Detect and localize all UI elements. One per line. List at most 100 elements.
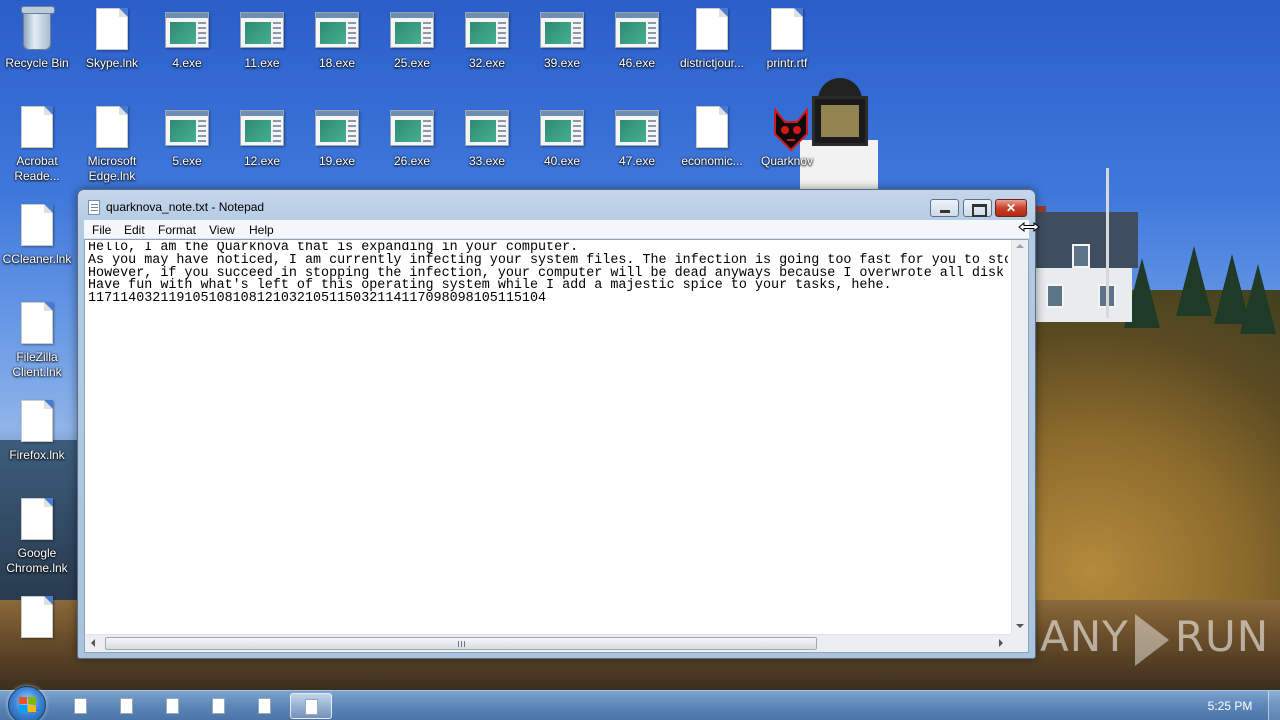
taskbar-item-4[interactable] bbox=[198, 693, 240, 719]
desktop-icon[interactable]: Recycle Bin bbox=[0, 6, 74, 71]
desktop-icon-label: 19.exe bbox=[318, 154, 356, 168]
desktop-icon-label: 5.exe bbox=[172, 154, 202, 168]
desktop-icon-label: 33.exe bbox=[468, 154, 506, 168]
executable-icon bbox=[538, 6, 586, 54]
desktop-icon-label: Skype.lnk bbox=[85, 56, 139, 70]
taskbar-item-5[interactable] bbox=[244, 693, 286, 719]
executable-icon bbox=[388, 104, 436, 152]
taskbar-clock[interactable]: 5:25 PM bbox=[1196, 699, 1264, 713]
menu-file[interactable]: File bbox=[92, 223, 111, 237]
desktop-icon-label: Recycle Bin bbox=[5, 56, 69, 70]
desktop-icon[interactable]: 11.exe bbox=[225, 6, 299, 71]
desktop-icon-label: 18.exe bbox=[318, 56, 356, 70]
document-icon bbox=[763, 6, 811, 54]
executable-icon bbox=[613, 104, 661, 152]
desktop-icon-label: districtjour... bbox=[679, 56, 745, 70]
desktop-icon-label: FileZilla Client.lnk bbox=[12, 350, 62, 379]
document-icon bbox=[13, 202, 61, 250]
scrollbar-thumb[interactable] bbox=[105, 637, 817, 650]
desktop-icon-label: Microsoft Edge.lnk bbox=[87, 154, 137, 183]
document-icon bbox=[88, 104, 136, 152]
scroll-down-icon[interactable] bbox=[1016, 624, 1024, 628]
menu-view[interactable]: View bbox=[209, 223, 235, 237]
desktop-icon[interactable]: 12.exe bbox=[225, 104, 299, 169]
document-icon bbox=[13, 398, 61, 446]
recycle-bin-icon bbox=[13, 6, 61, 54]
show-desktop-button[interactable] bbox=[1268, 691, 1280, 720]
desktop-icon[interactable]: CCleaner.lnk bbox=[0, 202, 74, 267]
desktop-icon[interactable]: economic... bbox=[675, 104, 749, 169]
wallpaper-flagpole bbox=[1106, 168, 1109, 318]
fox-skull-icon bbox=[763, 104, 811, 152]
scroll-right-icon[interactable] bbox=[999, 639, 1003, 647]
document-icon bbox=[13, 300, 61, 348]
desktop-icon[interactable]: Quarknov bbox=[750, 104, 824, 169]
text-editor[interactable]: Hello, I am the Quarknova that is expand… bbox=[84, 239, 1029, 653]
close-icon: ✕ bbox=[1005, 201, 1017, 215]
desktop-icon[interactable]: 18.exe bbox=[300, 6, 374, 71]
scrollbar-corner bbox=[1011, 634, 1028, 652]
start-button[interactable] bbox=[8, 686, 46, 720]
window-title: quarknova_note.txt - Notepad bbox=[106, 200, 265, 214]
anyrun-watermark: ANY RUN bbox=[1040, 612, 1269, 666]
menu-edit[interactable]: Edit bbox=[124, 223, 145, 237]
document-icon bbox=[305, 699, 318, 715]
maximize-button[interactable] bbox=[963, 199, 992, 217]
desktop-icon[interactable]: 33.exe bbox=[450, 104, 524, 169]
desktop-icon-label: 32.exe bbox=[468, 56, 506, 70]
executable-icon bbox=[463, 6, 511, 54]
desktop-icon[interactable]: Skype.lnk bbox=[75, 6, 149, 71]
desktop-icon[interactable]: 40.exe bbox=[525, 104, 599, 169]
desktop-icon[interactable]: Firefox.lnk bbox=[0, 398, 74, 463]
desktop-icon[interactable]: 26.exe bbox=[375, 104, 449, 169]
desktop-icon[interactable] bbox=[0, 594, 74, 644]
desktop-icon[interactable]: 46.exe bbox=[600, 6, 674, 71]
desktop-icon[interactable]: printr.rtf bbox=[750, 6, 824, 71]
desktop-icon[interactable]: Google Chrome.lnk bbox=[0, 496, 74, 576]
desktop-icon[interactable]: 32.exe bbox=[450, 6, 524, 71]
desktop-icon[interactable]: FileZilla Client.lnk bbox=[0, 300, 74, 380]
note-text[interactable]: Hello, I am the Quarknova that is expand… bbox=[88, 242, 1008, 634]
executable-icon bbox=[463, 104, 511, 152]
taskbar: 5:25 PM bbox=[0, 686, 1280, 720]
close-button[interactable]: ✕ bbox=[995, 199, 1027, 217]
taskbar-item-3[interactable] bbox=[152, 693, 194, 719]
executable-icon bbox=[313, 6, 361, 54]
taskbar-item-2[interactable] bbox=[106, 693, 148, 719]
taskbar-item-notepad[interactable] bbox=[290, 693, 332, 719]
desktop-icon[interactable]: Microsoft Edge.lnk bbox=[75, 104, 149, 184]
desktop-icon-label: 39.exe bbox=[543, 56, 581, 70]
desktop-icon[interactable]: 4.exe bbox=[150, 6, 224, 71]
desktop-icon[interactable]: 5.exe bbox=[150, 104, 224, 169]
minimize-button[interactable] bbox=[930, 199, 959, 217]
document-icon bbox=[13, 594, 61, 642]
document-icon bbox=[212, 698, 225, 714]
desktop-icon[interactable]: 39.exe bbox=[525, 6, 599, 71]
desktop-icon[interactable]: districtjour... bbox=[675, 6, 749, 71]
resize-cursor-icon bbox=[1018, 222, 1040, 232]
executable-icon bbox=[388, 6, 436, 54]
document-icon bbox=[88, 6, 136, 54]
taskbar-item-1[interactable] bbox=[60, 693, 102, 719]
desktop-icon-label: 12.exe bbox=[243, 154, 281, 168]
menu-format[interactable]: Format bbox=[158, 223, 196, 237]
desktop-icon[interactable]: Acrobat Reade... bbox=[0, 104, 74, 184]
notepad-window[interactable]: quarknova_note.txt - Notepad ✕ File Edit… bbox=[77, 189, 1036, 659]
document-icon bbox=[688, 6, 736, 54]
menu-help[interactable]: Help bbox=[249, 223, 274, 237]
desktop-icon-label: Google Chrome.lnk bbox=[6, 546, 68, 575]
desktop-icon-label: Acrobat Reade... bbox=[14, 154, 60, 183]
desktop-icon[interactable]: 47.exe bbox=[600, 104, 674, 169]
window-titlebar[interactable]: quarknova_note.txt - Notepad ✕ bbox=[78, 190, 1035, 220]
scroll-left-icon[interactable] bbox=[91, 639, 95, 647]
desktop-icon[interactable]: 25.exe bbox=[375, 6, 449, 71]
watermark-right: RUN bbox=[1174, 612, 1270, 661]
vertical-scrollbar[interactable] bbox=[1011, 240, 1028, 634]
desktop-icon-label: Quarknov bbox=[760, 154, 814, 168]
executable-icon bbox=[238, 104, 286, 152]
desktop-icon[interactable]: 19.exe bbox=[300, 104, 374, 169]
desktop-icon-label: 25.exe bbox=[393, 56, 431, 70]
horizontal-scrollbar[interactable] bbox=[85, 634, 1011, 652]
scroll-up-icon[interactable] bbox=[1016, 244, 1024, 248]
windows-logo-icon bbox=[19, 697, 37, 714]
